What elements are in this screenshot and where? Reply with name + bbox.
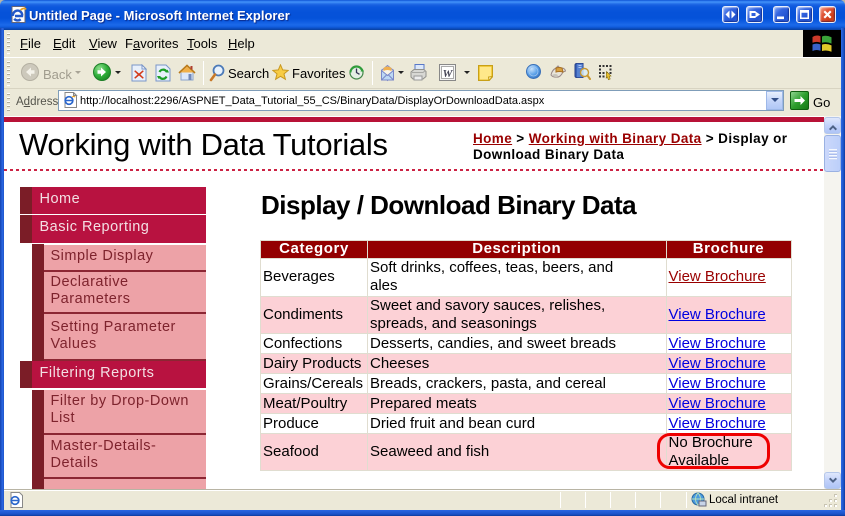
svg-text:W: W [443, 68, 454, 80]
